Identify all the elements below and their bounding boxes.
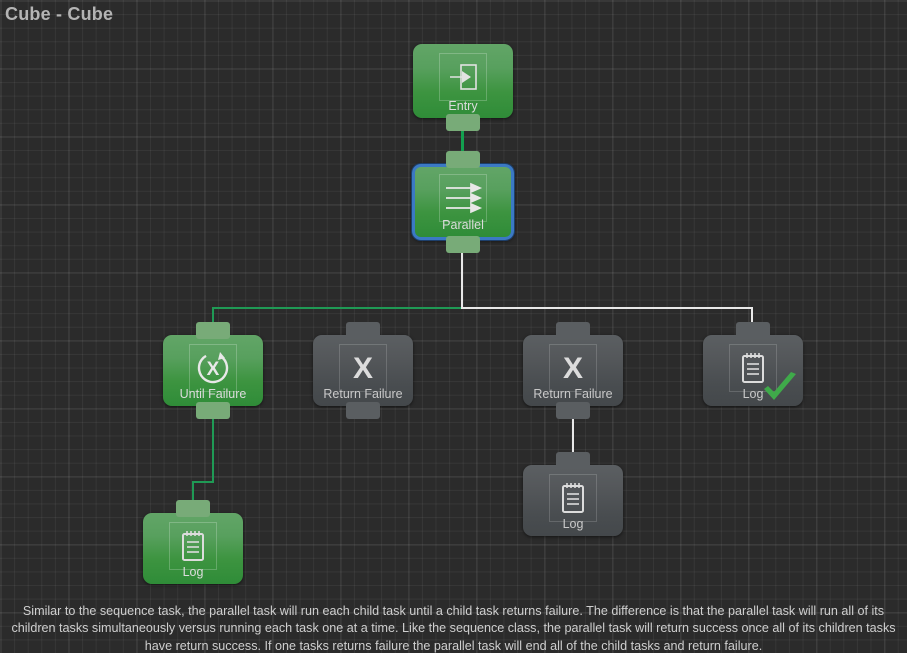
node-label: Parallel bbox=[442, 218, 484, 232]
node-label: Until Failure bbox=[179, 387, 247, 401]
edge-until-failure-jog bbox=[192, 481, 214, 483]
node-label: Return Failure bbox=[533, 387, 613, 401]
node-connector-tab-bottom[interactable] bbox=[196, 402, 230, 419]
edge-bus-green bbox=[212, 307, 462, 309]
node-parallel[interactable]: Parallel bbox=[412, 151, 514, 253]
node-label: Log bbox=[562, 517, 584, 531]
svg-text:X: X bbox=[563, 352, 583, 385]
node-connector-tab-bottom[interactable] bbox=[556, 402, 590, 419]
node-log-right[interactable]: Log bbox=[703, 322, 803, 406]
node-connector-tab-bottom[interactable] bbox=[446, 236, 480, 253]
notepad-icon bbox=[729, 344, 777, 392]
node-connector-tab-top[interactable] bbox=[196, 322, 230, 339]
node-label: Log bbox=[742, 387, 764, 401]
node-connector-tab-bottom[interactable] bbox=[346, 402, 380, 419]
node-label: Return Failure bbox=[323, 387, 403, 401]
behavior-tree-canvas[interactable]: Entry Parallel X Until Failure X Return … bbox=[0, 0, 907, 653]
node-connector-tab-top[interactable] bbox=[736, 322, 770, 339]
svg-text:X: X bbox=[353, 352, 373, 385]
node-until-failure[interactable]: X Until Failure bbox=[163, 322, 263, 419]
task-description: Similar to the sequence task, the parall… bbox=[11, 603, 896, 653]
node-connector-tab-bottom[interactable] bbox=[446, 114, 480, 131]
notepad-icon bbox=[169, 522, 217, 570]
node-label: Entry bbox=[448, 99, 478, 113]
node-log-middle[interactable]: Log bbox=[523, 452, 623, 536]
node-label: Log bbox=[182, 565, 204, 579]
repeat-x-icon: X bbox=[189, 344, 237, 392]
page-title: Cube - Cube bbox=[5, 4, 114, 24]
edge-bus-white bbox=[461, 307, 753, 309]
notepad-icon bbox=[549, 474, 597, 522]
node-connector-tab-top[interactable] bbox=[556, 322, 590, 339]
node-entry[interactable]: Entry bbox=[413, 44, 513, 131]
node-return-failure-2[interactable]: X Return Failure bbox=[523, 322, 623, 419]
node-log-bottom[interactable]: Log bbox=[143, 500, 243, 584]
node-return-failure-1[interactable]: X Return Failure bbox=[313, 322, 413, 419]
node-connector-tab-top[interactable] bbox=[346, 322, 380, 339]
node-connector-tab-top[interactable] bbox=[176, 500, 210, 517]
node-connector-tab-top[interactable] bbox=[446, 151, 480, 168]
svg-text:X: X bbox=[207, 359, 220, 380]
x-icon: X bbox=[339, 344, 387, 392]
parallel-arrows-icon bbox=[439, 174, 487, 222]
entry-arrow-icon bbox=[439, 53, 487, 101]
x-icon: X bbox=[549, 344, 597, 392]
node-connector-tab-top[interactable] bbox=[556, 452, 590, 469]
